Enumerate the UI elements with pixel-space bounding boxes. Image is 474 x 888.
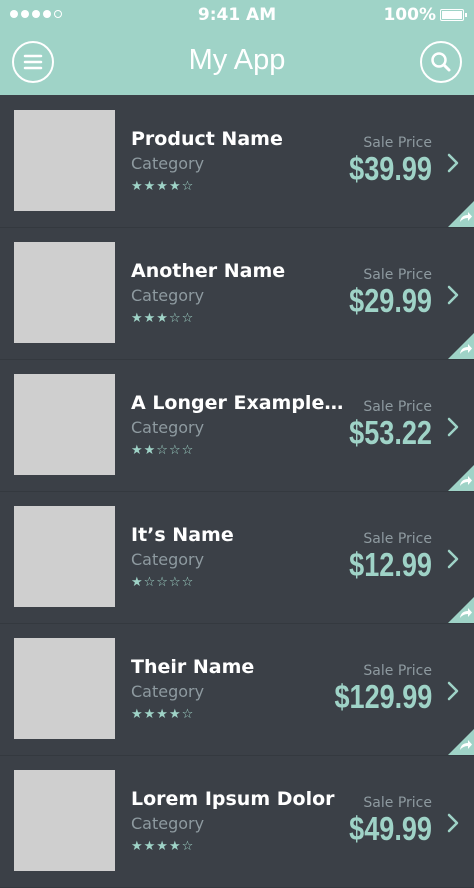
share-icon[interactable] [448,597,474,623]
page-title: My App [188,44,286,76]
product-name: Lorem Ipsum Dolor [131,788,335,810]
sale-price-label: Sale Price [363,399,432,415]
search-button[interactable] [420,41,462,83]
chevron-right-icon[interactable] [446,812,460,834]
product-name: A Longer Example Name [131,392,346,414]
product-price: $49.99 [349,810,432,847]
sale-price-label: Sale Price [363,663,432,679]
share-icon[interactable] [448,465,474,491]
battery-icon [440,9,467,21]
product-category: Category [131,550,205,569]
rating-stars: ★☆☆☆☆ [131,575,195,590]
product-thumbnail [14,374,115,475]
share-icon[interactable] [448,729,474,755]
list-item[interactable]: Another Name Category ★★★☆☆ Sale Price $… [0,227,474,360]
list-item[interactable]: Product Name Category ★★★★☆ Sale Price $… [0,95,474,228]
sale-price-label: Sale Price [363,531,432,547]
chevron-right-icon[interactable] [446,680,460,702]
list-item[interactable]: It’s Name Category ★☆☆☆☆ Sale Price $12.… [0,491,474,624]
product-price: $12.99 [349,546,432,583]
product-price: $29.99 [349,282,432,319]
status-bar: 9:41 AM 100% [0,0,474,30]
chevron-right-icon[interactable] [446,152,460,174]
product-thumbnail [14,770,115,871]
sale-price-label: Sale Price [363,267,432,283]
rating-stars: ★★★☆☆ [131,311,195,326]
product-category: Category [131,418,205,437]
battery-percent: 100% [383,5,436,25]
product-thumbnail [14,506,115,607]
product-category: Category [131,682,205,701]
product-name: It’s Name [131,524,234,546]
product-category: Category [131,286,205,305]
product-category: Category [131,814,205,833]
product-thumbnail [14,110,115,211]
rating-stars: ★★★★☆ [131,839,195,854]
nav-bar: My App [0,30,474,95]
chevron-right-icon[interactable] [446,284,460,306]
share-icon[interactable] [448,201,474,227]
search-icon [431,52,451,72]
product-thumbnail [14,242,115,343]
chevron-right-icon[interactable] [446,416,460,438]
sale-price-label: Sale Price [363,135,432,151]
share-icon[interactable] [448,333,474,359]
product-price: $53.22 [349,414,432,451]
product-price: $39.99 [349,150,432,187]
product-price: $129.99 [334,678,432,715]
product-name: Their Name [131,656,255,678]
battery-indicator: 100% [383,5,467,25]
product-thumbnail [14,638,115,739]
list-item[interactable]: A Longer Example Name Category ★★☆☆☆ Sal… [0,359,474,492]
list-item[interactable]: Lorem Ipsum Dolor Category ★★★★☆ Sale Pr… [0,755,474,888]
list-item[interactable]: Their Name Category ★★★★☆ Sale Price $12… [0,623,474,756]
rating-stars: ★★★★☆ [131,707,195,722]
product-name: Product Name [131,128,283,150]
chevron-right-icon[interactable] [446,548,460,570]
sale-price-label: Sale Price [363,795,432,811]
rating-stars: ★★★★☆ [131,179,195,194]
product-name: Another Name [131,260,286,282]
product-category: Category [131,154,205,173]
rating-stars: ★★☆☆☆ [131,443,195,458]
